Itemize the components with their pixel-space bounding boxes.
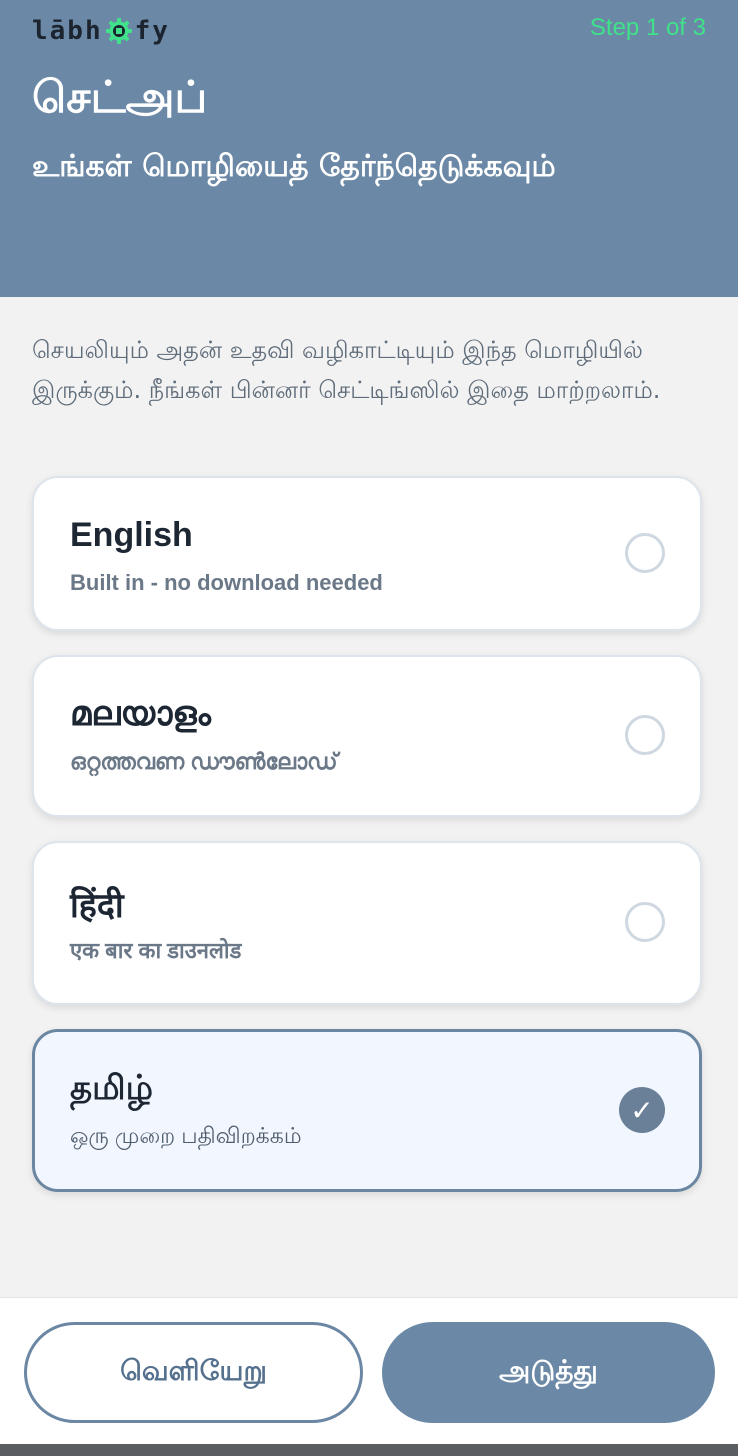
gear-icon (105, 17, 133, 45)
language-name: हिंदी (70, 887, 124, 925)
step-indicator: Step 1 of 3 (589, 14, 706, 41)
language-description: ഒറ്റത്തവണ ഡൗൺലോഡ് (70, 749, 338, 774)
language-option-english[interactable]: English Built in - no download needed (32, 476, 702, 631)
language-description: एक बार का डाउनलोड (70, 938, 242, 963)
language-option-malayalam[interactable]: മലയാളം ഒറ്റത്തവണ ഡൗൺലോഡ് (32, 655, 702, 817)
header: lābh fy Step 1 of 3 செட்அப் உங்கள் மொழிய… (0, 0, 738, 297)
language-option-tamil[interactable]: தமிழ் ஒரு முறை பதிவிறக்கம் ✓ (32, 1029, 702, 1192)
next-button[interactable]: அடுத்து (382, 1322, 715, 1423)
app-logo: lābh fy (32, 14, 170, 48)
exit-button[interactable]: வெளியேறு (24, 1322, 363, 1423)
logo-text-left: lābh (32, 16, 103, 46)
language-description: ஒரு முறை பதிவிறக்கம் (70, 1123, 302, 1148)
check-icon[interactable]: ✓ (619, 1087, 665, 1133)
system-nav-bar (0, 1444, 738, 1456)
language-name: தமிழ் (70, 1069, 153, 1107)
radio-icon[interactable] (625, 533, 665, 573)
language-option-hindi[interactable]: हिंदी एक बार का डाउनलोड (32, 841, 702, 1005)
page-title: செட்அப் (32, 72, 208, 123)
footer: வெளியேறு அடுத்து (0, 1297, 738, 1445)
language-description: Built in - no download needed (70, 570, 383, 595)
description-text: செயலியும் அதன் உதவி வழிகாட்டியும் இந்த ம… (32, 336, 661, 404)
radio-icon[interactable] (625, 715, 665, 755)
language-name: English (70, 516, 193, 554)
radio-icon[interactable] (625, 902, 665, 942)
language-name: മലയാളം (70, 695, 211, 733)
page-subtitle: உங்கள் மொழியைத் தேர்ந்தெடுக்கவும் (32, 149, 556, 184)
logo-text-right: fy (134, 16, 170, 46)
